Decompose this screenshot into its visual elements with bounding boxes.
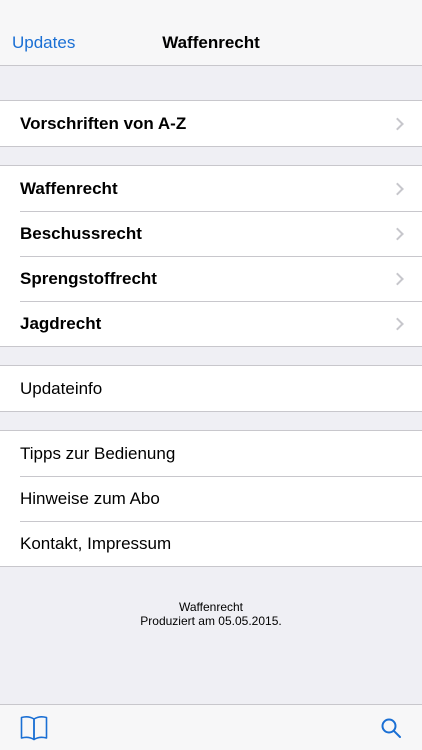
row-label: Hinweise zum Abo bbox=[20, 488, 160, 508]
row-updateinfo[interactable]: Updateinfo bbox=[0, 366, 422, 411]
chevron-right-icon bbox=[391, 117, 404, 130]
row-label: Beschussrecht bbox=[20, 223, 142, 243]
footer-title: Waffenrecht bbox=[178, 600, 244, 614]
chevron-right-icon bbox=[391, 272, 404, 285]
row-beschussrecht[interactable]: Beschussrecht bbox=[0, 211, 422, 256]
tab-bar bbox=[0, 704, 422, 750]
chevron-right-icon bbox=[391, 227, 404, 240]
footer-info: Waffenrecht Produziert am 05.05.2015. bbox=[0, 600, 422, 628]
row-vorschriften-a-z[interactable]: Vorschriften von A-Z bbox=[0, 101, 422, 146]
row-label: Kontakt, Impressum bbox=[20, 533, 172, 553]
row-label: Tipps zur Bedienung bbox=[20, 443, 176, 463]
chevron-right-icon bbox=[391, 182, 404, 195]
row-label: Jagdrecht bbox=[20, 313, 102, 333]
navigation-bar: Updates Waffenrecht bbox=[0, 0, 422, 66]
row-sprengstoffrecht[interactable]: Sprengstoffrecht bbox=[0, 256, 422, 301]
search-icon[interactable] bbox=[380, 717, 402, 744]
row-jagdrecht[interactable]: Jagdrecht bbox=[0, 301, 422, 346]
footer-date: Produziert am 05.05.2015. bbox=[140, 614, 282, 628]
group-info: Tipps zur Bedienung Hinweise zum Abo Kon… bbox=[0, 430, 422, 567]
app-screen: Updates Waffenrecht Vorschriften von A-Z… bbox=[0, 0, 422, 750]
group-a-z: Vorschriften von A-Z bbox=[0, 100, 422, 147]
row-label: Updateinfo bbox=[20, 378, 103, 398]
row-kontakt-impressum[interactable]: Kontakt, Impressum bbox=[0, 521, 422, 566]
group-update: Updateinfo bbox=[0, 365, 422, 412]
chevron-right-icon bbox=[391, 317, 404, 330]
page-title: Waffenrecht bbox=[162, 33, 260, 52]
book-icon[interactable] bbox=[20, 715, 48, 746]
row-tipps-bedienung[interactable]: Tipps zur Bedienung bbox=[0, 431, 422, 476]
row-label: Sprengstoffrecht bbox=[20, 268, 157, 288]
row-label: Waffenrecht bbox=[20, 178, 118, 198]
row-hinweise-abo[interactable]: Hinweise zum Abo bbox=[0, 476, 422, 521]
row-waffenrecht[interactable]: Waffenrecht bbox=[0, 166, 422, 211]
group-laws: Waffenrecht Beschussrecht Sprengstoffrec… bbox=[0, 165, 422, 347]
row-label: Vorschriften von A-Z bbox=[20, 113, 187, 133]
